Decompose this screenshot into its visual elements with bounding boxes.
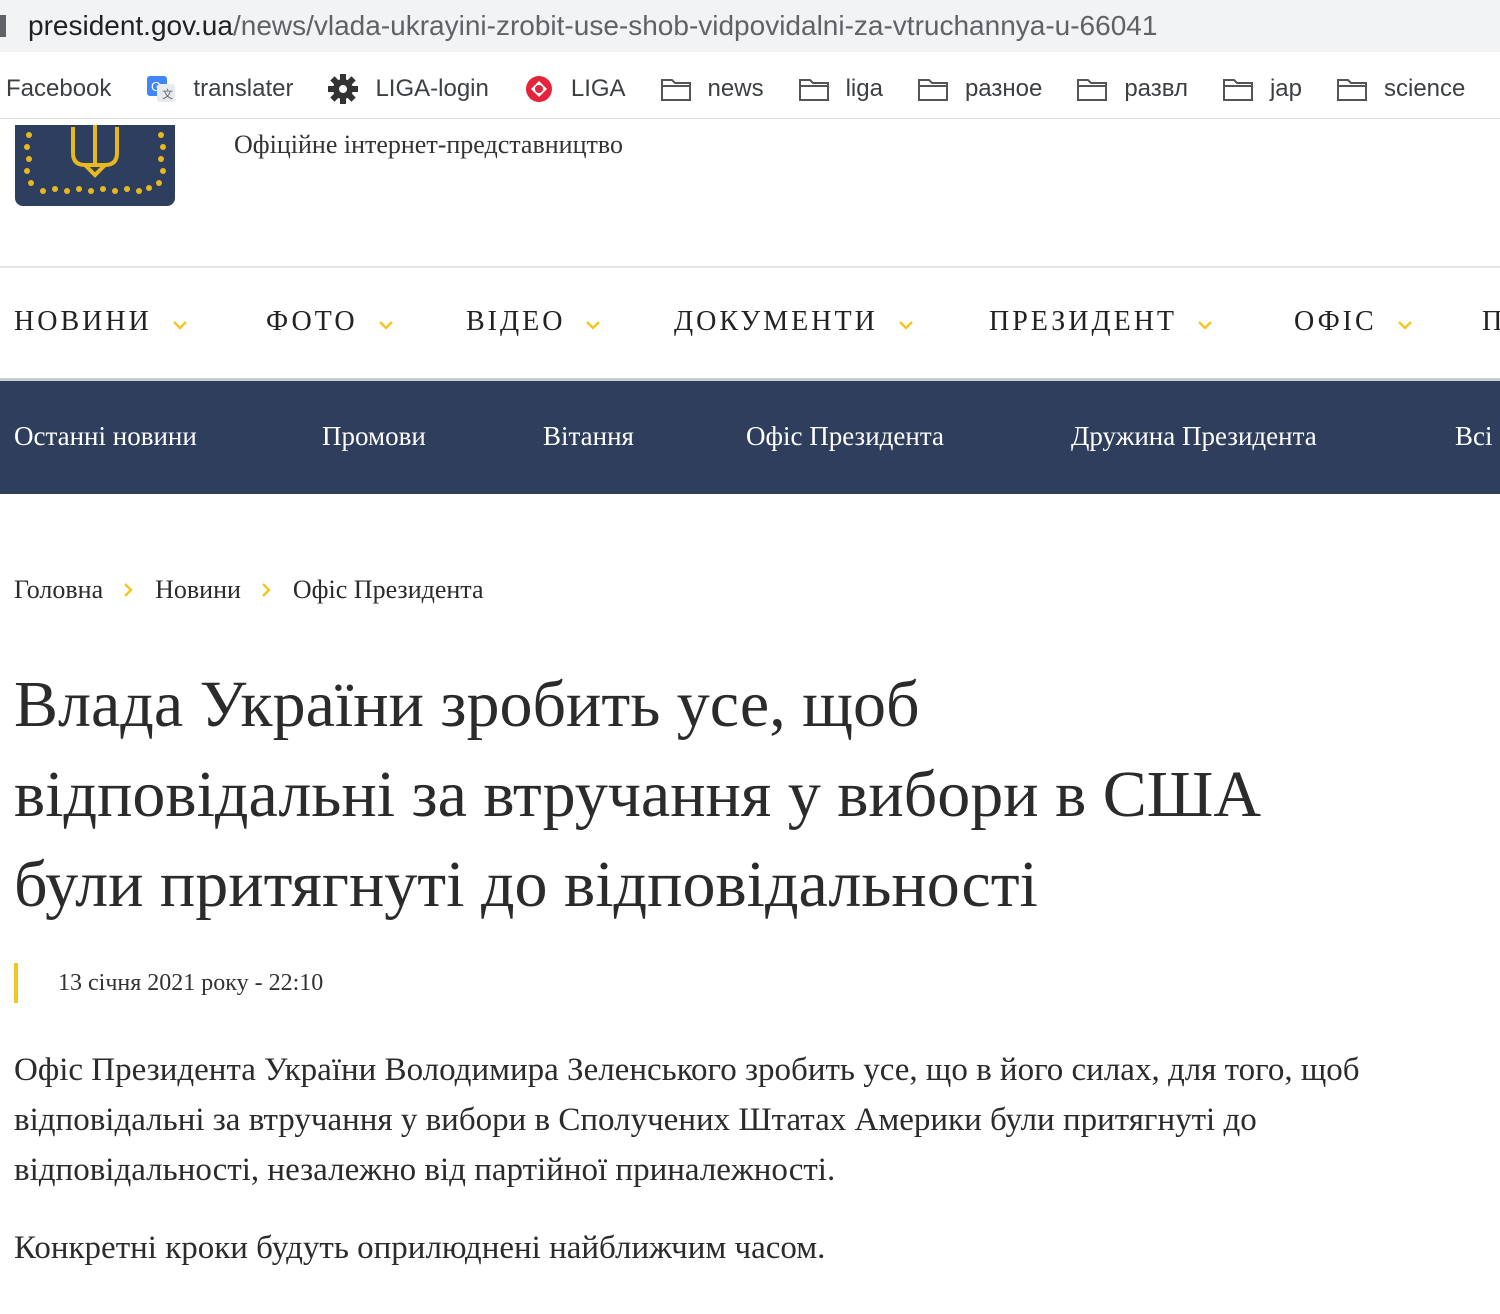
url-domain: president.gov.ua: [28, 10, 233, 41]
url-path: /news/vlada-ukrayini-zrobit-use-shob-vid…: [232, 10, 1158, 41]
bookmark-folder-razvl[interactable]: развл: [1076, 74, 1188, 104]
bookmark-label: liga: [845, 75, 883, 102]
chevron-down-icon: [585, 306, 601, 338]
bookmark-folder-liga[interactable]: liga: [798, 74, 883, 104]
trident-emblem-icon: [24, 125, 166, 194]
main-nav-label: НОВИНИ: [14, 306, 152, 337]
date-accent-bar: [14, 963, 18, 1003]
bookmark-folder-jap[interactable]: jap: [1222, 74, 1302, 104]
chevron-down-icon: [898, 306, 914, 338]
breadcrumb: Головна Новини Офіс Президента: [14, 575, 484, 605]
chevron-right-icon: [123, 575, 133, 605]
subnav-item-greetings[interactable]: Вітання: [543, 421, 634, 452]
liga-logo-icon: [523, 74, 555, 104]
bookmark-label: LIGA: [570, 75, 626, 102]
bookmark-label: разное: [964, 75, 1043, 102]
chevron-down-icon: [1397, 306, 1413, 338]
main-nav-label: П: [1482, 306, 1500, 337]
article-title-line: були притягнуті до відповідальності: [14, 848, 1038, 921]
bookmark-liga[interactable]: LIGA: [523, 74, 626, 104]
main-nav-label: ФОТО: [266, 306, 358, 337]
article-paragraph: Конкретні кроки будуть оприлюднені найбл…: [14, 1230, 826, 1266]
bookmark-liga-login[interactable]: LIGA-login: [327, 74, 489, 104]
folder-icon: [1222, 74, 1254, 104]
chevron-down-icon: [1197, 306, 1213, 338]
chevron-right-icon: [261, 575, 271, 605]
folder-icon: [917, 74, 949, 104]
chevron-down-icon: [172, 306, 188, 338]
bookmark-label: translater: [193, 75, 294, 102]
bookmark-label: science: [1384, 75, 1466, 102]
article-date: 13 січня 2021 року - 22:10: [58, 969, 324, 996]
subnav-item-latest-news[interactable]: Останні новини: [14, 421, 197, 452]
main-nav-label: ДОКУМЕНТИ: [674, 306, 878, 337]
main-nav-item-dokumenty[interactable]: ДОКУМЕНТИ: [674, 306, 914, 338]
article-title-line: Влада України зробить усе, щоб: [14, 668, 920, 741]
main-nav-label: ВІДЕО: [466, 306, 566, 337]
news-category-nav: Останні новини Промови Вітання Офіс През…: [0, 381, 1500, 494]
site-logo[interactable]: [15, 125, 175, 206]
bookmark-folder-raznoe[interactable]: разное: [917, 74, 1042, 104]
gear-icon: [327, 74, 359, 104]
bookmarks-bar: Facebook G文 translater LIGA-login LIGA n…: [0, 60, 1500, 119]
site-subtitle: Офіційне інтернет-представництво: [234, 130, 623, 159]
bookmark-label: jap: [1269, 75, 1302, 102]
subnav-item-presidents-office[interactable]: Офіс Президента: [746, 421, 944, 452]
article-title-line: відповідальні за втручання у вибори в СШ…: [14, 758, 1262, 831]
breadcrumb-news[interactable]: Новини: [155, 575, 241, 605]
main-nav-item-prezydent[interactable]: ПРЕЗИДЕНТ: [989, 306, 1213, 338]
bookmark-translater[interactable]: G文 translater: [145, 74, 293, 104]
main-nav-item-foto[interactable]: ФОТО: [266, 306, 394, 338]
bookmark-label: развл: [1124, 75, 1188, 102]
bookmark-label: LIGA-login: [375, 75, 489, 102]
subnav-item-presidents-wife[interactable]: Дружина Президента: [1071, 421, 1317, 452]
folder-icon: [660, 74, 692, 104]
folder-icon: [1076, 74, 1108, 104]
subnav-item-all[interactable]: Всі: [1455, 421, 1493, 452]
breadcrumb-home[interactable]: Головна: [14, 575, 103, 605]
article-paragraph: Офіс Президента України Володимира Зелен…: [14, 1052, 1360, 1188]
main-nav: НОВИНИ ФОТО ВІДЕО ДОКУМЕНТИ ПРЕЗИДЕНТ ОФ…: [0, 268, 1500, 380]
breadcrumb-presidents-office[interactable]: Офіс Президента: [293, 575, 484, 605]
bookmark-folder-science[interactable]: science: [1336, 74, 1465, 104]
article-date-block: 13 січня 2021 року - 22:10: [14, 963, 323, 1003]
bookmark-folder-news[interactable]: news: [660, 74, 764, 104]
article-title: Влада України зробить усе, щоб відповіда…: [14, 660, 1500, 930]
subnav-item-speeches[interactable]: Промови: [322, 421, 426, 452]
svg-text:文: 文: [162, 87, 173, 101]
address-bar-edge: [0, 15, 6, 37]
main-nav-label: ОФІС: [1294, 306, 1377, 337]
chevron-down-icon: [378, 306, 394, 338]
main-nav-item-video[interactable]: ВІДЕО: [466, 306, 601, 338]
bookmark-label: Facebook: [6, 75, 112, 102]
bookmark-facebook[interactable]: Facebook: [6, 75, 111, 103]
google-translate-icon: G文: [145, 74, 177, 104]
folder-icon: [1336, 74, 1368, 104]
main-nav-item-ofis[interactable]: ОФІС: [1294, 306, 1413, 338]
bookmark-label: news: [707, 75, 764, 102]
address-bar[interactable]: president.gov.ua/news/vlada-ukrayini-zro…: [0, 0, 1500, 52]
main-nav-item-truncated[interactable]: П: [1482, 306, 1500, 338]
main-nav-label: ПРЕЗИДЕНТ: [989, 306, 1178, 337]
folder-icon: [798, 74, 830, 104]
main-nav-item-novyny[interactable]: НОВИНИ: [14, 306, 188, 338]
